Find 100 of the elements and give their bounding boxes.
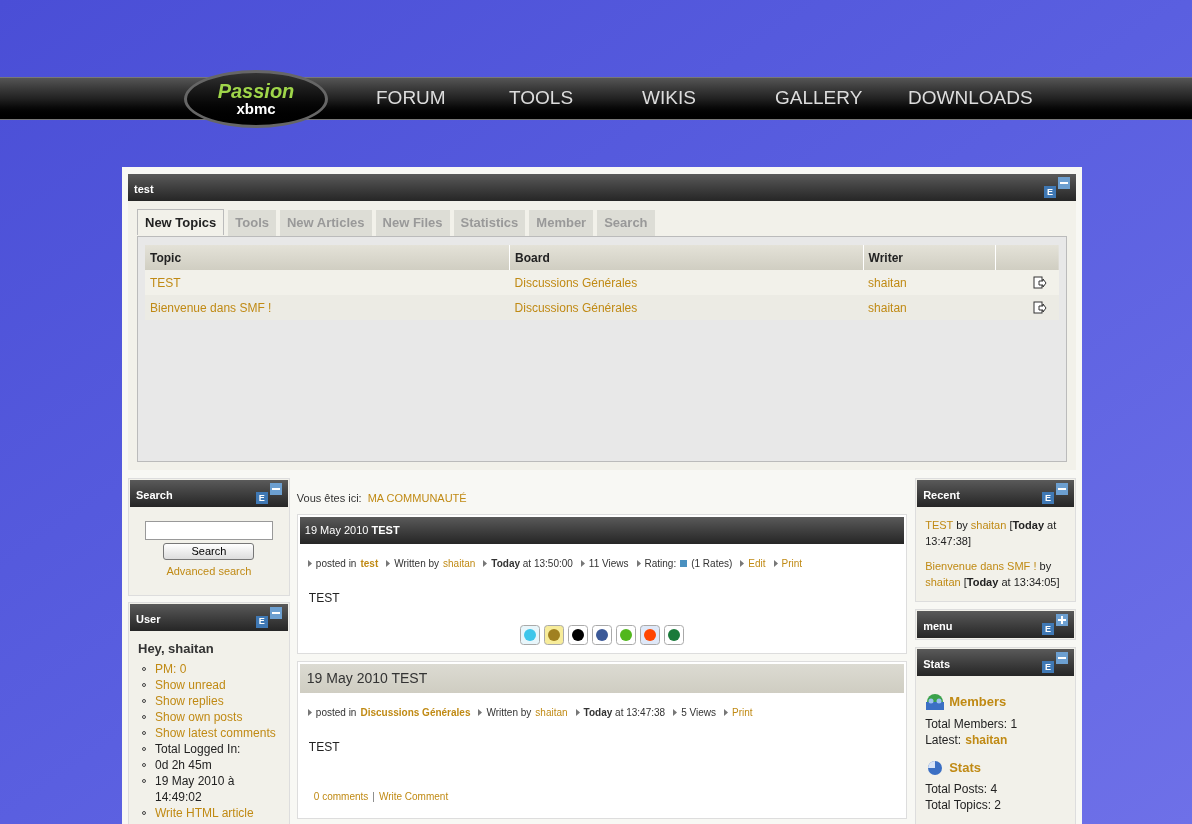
topic-cell[interactable]: Bienvenue dans SMF ! xyxy=(145,295,510,320)
nav-link[interactable]: FORUM xyxy=(376,84,509,113)
meta-text: Today at 13:47:38 xyxy=(583,705,666,720)
comments-link[interactable]: 0 comments xyxy=(313,788,369,804)
meta-label: Written by xyxy=(486,705,532,720)
user-menu-link[interactable]: Show latest comments xyxy=(155,726,276,740)
user-info-text: Total Logged In: xyxy=(155,742,241,756)
post-title: 19 May 2010 TEST xyxy=(306,668,428,688)
edit-button[interactable]: E xyxy=(255,492,268,504)
author-link[interactable]: shaitan xyxy=(970,519,1007,531)
edit-button[interactable]: E xyxy=(1042,661,1054,673)
document-arrow-icon[interactable] xyxy=(1033,301,1047,316)
stats-section-title[interactable]: Stats xyxy=(949,757,981,777)
meta-text: 11 Views xyxy=(588,556,629,571)
meta-link[interactable]: shaitan xyxy=(535,704,568,720)
search-field[interactable] xyxy=(144,521,273,540)
search-button[interactable]: Search xyxy=(163,543,255,560)
meta-link[interactable]: Print xyxy=(731,704,753,720)
nav-link[interactable]: TOOLS xyxy=(509,84,642,113)
user-menu-link[interactable]: Write HTML article xyxy=(155,806,254,820)
meta-link[interactable]: Print xyxy=(781,555,803,571)
document-arrow-icon[interactable] xyxy=(1033,276,1047,291)
nav-link[interactable]: GALLERY xyxy=(775,84,908,113)
tab[interactable]: New Files xyxy=(375,210,450,236)
share-icon[interactable] xyxy=(568,624,588,645)
tab[interactable]: Search xyxy=(597,210,655,236)
meta-link[interactable]: Discussions Générales xyxy=(360,704,471,720)
triangle-icon xyxy=(773,559,778,567)
triangle-icon xyxy=(307,559,312,567)
user-info-text: 19 May 2010 à 14:49:02 xyxy=(155,774,235,804)
meta-text: Today at 13:50:00 xyxy=(491,556,573,571)
edit-button[interactable]: E xyxy=(1044,186,1056,198)
minus-icon[interactable] xyxy=(269,606,282,619)
tab[interactable]: Statistics xyxy=(453,210,526,236)
post-body: TEST xyxy=(307,738,341,756)
meta-text: 5 Views xyxy=(681,705,716,720)
topic-link[interactable]: Bienvenue dans SMF ! xyxy=(925,560,1037,572)
triangle-icon xyxy=(580,559,585,567)
stats-line: Total Members: 1 xyxy=(925,715,1018,732)
tab[interactable]: Tools xyxy=(228,210,276,236)
panel-title: menu xyxy=(923,619,953,634)
triangle-icon xyxy=(575,708,580,716)
meta-text: (1 Rates) xyxy=(691,556,733,571)
stats-line: Latest: xyxy=(925,731,962,748)
member-link[interactable]: shaitan xyxy=(965,731,1008,748)
user-menu-link[interactable]: PM: 0 xyxy=(155,662,187,676)
rating-square-icon xyxy=(680,559,688,567)
board-cell[interactable]: Discussions Générales xyxy=(509,295,864,320)
stats-line: Total Posts: 4 xyxy=(925,781,998,797)
nav-link[interactable]: DOWNLOADS xyxy=(908,84,1041,113)
nav-link[interactable]: WIKIS xyxy=(642,84,775,113)
post-title: 19 May 2010 TEST xyxy=(304,522,400,538)
greeting: Hey, shaitan xyxy=(138,639,215,658)
breadcrumb-link[interactable]: MA COMMUNAUTÉ xyxy=(367,490,467,507)
triangle-icon xyxy=(307,708,312,716)
recent-entry: TEST by shaitan [Today at 13:47:38] xyxy=(925,518,1058,549)
tab[interactable]: Member xyxy=(529,210,594,236)
breadcrumb-label: Vous êtes ici: xyxy=(296,491,362,506)
triangle-icon xyxy=(723,708,728,716)
panel-title: Stats xyxy=(923,657,951,672)
tab[interactable]: New Articles xyxy=(280,210,372,236)
tab[interactable]: New Topics xyxy=(137,209,225,235)
triangle-icon xyxy=(483,559,488,567)
logo-bottom-text: xbmc xyxy=(236,101,276,116)
topic-cell[interactable]: TEST xyxy=(145,270,510,295)
meta-label: Written by xyxy=(394,556,440,571)
stats-section-title[interactable]: Members xyxy=(949,692,1007,712)
minus-icon[interactable] xyxy=(269,483,282,495)
recent-entry: Bienvenue dans SMF ! by shaitan [Today at 13:34:05] xyxy=(925,559,1061,590)
edit-button[interactable]: E xyxy=(1042,623,1054,635)
triangle-icon xyxy=(673,708,678,716)
plus-icon[interactable] xyxy=(1056,614,1068,626)
writer-cell[interactable]: shaitan xyxy=(863,270,996,295)
topic-link[interactable]: TEST xyxy=(925,519,954,531)
meta-link[interactable]: test xyxy=(360,555,379,571)
triangle-icon xyxy=(740,559,745,567)
share-icon[interactable] xyxy=(592,624,612,645)
edit-button[interactable]: E xyxy=(255,615,268,628)
write-comment-link[interactable]: Write Comment xyxy=(378,788,449,804)
user-menu-link[interactable]: Show replies xyxy=(155,694,224,708)
meta-link[interactable]: shaitan xyxy=(443,555,476,571)
meta-label: Rating: xyxy=(644,556,677,571)
triangle-icon xyxy=(478,708,483,716)
board-cell[interactable]: Discussions Générales xyxy=(509,270,864,295)
stats-line: Total Topics: 2 xyxy=(925,797,1001,813)
meta-label: posted in xyxy=(315,705,357,720)
panel-title: test xyxy=(134,182,154,197)
panel-title: Recent xyxy=(923,488,960,503)
logo-top-text: Passion xyxy=(217,81,295,101)
triangle-icon xyxy=(386,559,391,567)
writer-cell[interactable]: shaitan xyxy=(863,295,996,320)
user-menu-link[interactable]: Show own posts xyxy=(155,710,243,724)
advanced-search-link[interactable]: Advanced search xyxy=(166,563,252,580)
user-menu-link[interactable]: Show unread xyxy=(155,678,226,692)
meta-link[interactable]: Edit xyxy=(748,555,766,571)
post-body: TEST xyxy=(307,589,341,607)
people-icon xyxy=(925,692,946,711)
author-link[interactable]: shaitan xyxy=(925,576,961,588)
logo[interactable]: Passion xbmc xyxy=(184,69,328,128)
edit-button[interactable]: E xyxy=(1042,492,1054,504)
